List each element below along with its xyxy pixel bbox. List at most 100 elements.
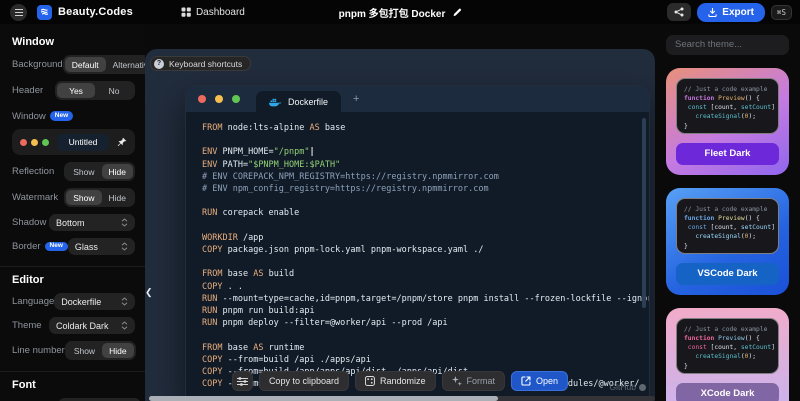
shadow-value: Bottom bbox=[56, 218, 85, 228]
watermark-option-hide[interactable]: Hide bbox=[102, 190, 133, 205]
reflection-option-hide[interactable]: Hide bbox=[102, 164, 133, 179]
code-editor[interactable]: FROM node:lts-alpine AS base ENV PNPM_HO… bbox=[186, 112, 649, 390]
open-label: Open bbox=[536, 376, 558, 386]
dashboard-button[interactable]: Dashboard bbox=[181, 7, 245, 18]
pin-button[interactable] bbox=[117, 137, 127, 147]
chevron-updown-icon bbox=[121, 297, 128, 306]
window-preview-control bbox=[12, 129, 135, 155]
chevron-updown-icon bbox=[121, 218, 128, 227]
setting-row-background: Background Default Alternative bbox=[12, 55, 135, 74]
brand[interactable]: Beauty.Codes bbox=[37, 5, 133, 20]
pencil-icon bbox=[452, 8, 461, 17]
dashboard-label: Dashboard bbox=[196, 7, 245, 18]
line-number-option-hide[interactable]: Hide bbox=[102, 343, 133, 358]
background-option-alternative[interactable]: Alternative bbox=[106, 57, 145, 72]
setting-row-shadow: Shadow Bottom bbox=[12, 214, 135, 231]
shadow-select[interactable]: Bottom bbox=[49, 214, 135, 231]
window-label-text: Window bbox=[12, 111, 46, 122]
menu-button[interactable] bbox=[10, 4, 27, 21]
border-select[interactable]: Glass bbox=[68, 238, 135, 255]
copy-label: Copy to clipboard bbox=[269, 376, 339, 386]
open-button[interactable]: Open bbox=[511, 371, 568, 391]
floating-toolbar: Copy to clipboard Randomize Format Open bbox=[232, 371, 568, 391]
document-title-wrap: pnpm 多包打包 Docker bbox=[339, 5, 462, 20]
vertical-scrollbar[interactable] bbox=[642, 118, 646, 308]
code-window-header: Dockerfile + bbox=[186, 86, 649, 112]
tab-dockerfile[interactable]: Dockerfile bbox=[256, 91, 341, 112]
section-title-window: Window bbox=[12, 36, 133, 48]
randomize-button[interactable]: Randomize bbox=[355, 371, 436, 391]
background-option-default[interactable]: Default bbox=[65, 57, 106, 72]
download-icon bbox=[708, 8, 717, 17]
sparkles-icon bbox=[452, 376, 462, 386]
docker-whale-icon bbox=[269, 97, 282, 107]
keyboard-shortcuts-button[interactable]: ? Keyboard shortcuts bbox=[150, 56, 251, 71]
theme-card-vscode-dark[interactable]: // Just a code examplefunction Preview()… bbox=[666, 188, 789, 295]
search-theme-input[interactable] bbox=[666, 35, 789, 55]
setting-row-reflection: Reflection Show Hide bbox=[12, 162, 135, 181]
randomize-label: Randomize bbox=[380, 376, 426, 386]
language-select[interactable]: Dockerfile bbox=[54, 293, 135, 310]
theme-button-vscode-dark[interactable]: VSCode Dark bbox=[676, 263, 779, 285]
background-label: Background bbox=[12, 59, 63, 70]
maximize-dot-icon[interactable] bbox=[232, 95, 240, 103]
border-label-text: Border bbox=[12, 241, 41, 252]
theme-select[interactable]: Coldark Dark bbox=[49, 317, 135, 334]
language-label: Language bbox=[12, 296, 54, 307]
edit-title-button[interactable] bbox=[452, 8, 461, 17]
brand-logo-icon bbox=[37, 5, 52, 20]
header-segmented-control: Yes No bbox=[55, 81, 135, 100]
sidebar-collapse-handle[interactable]: ❮ bbox=[145, 287, 151, 298]
traffic-green-dot[interactable] bbox=[42, 139, 49, 146]
copy-to-clipboard-button[interactable]: Copy to clipboard bbox=[259, 371, 349, 391]
close-dot-icon[interactable] bbox=[198, 95, 206, 103]
export-shortcut-hint: ⌘S bbox=[771, 5, 792, 20]
page-title: pnpm 多包打包 Docker bbox=[339, 5, 446, 20]
theme-preview-code: // Just a code examplefunction Preview()… bbox=[676, 198, 779, 254]
format-button[interactable]: Format bbox=[442, 371, 506, 391]
traffic-yellow-dot[interactable] bbox=[31, 139, 38, 146]
theme-button-fleet-dark[interactable]: Fleet Dark bbox=[676, 143, 779, 165]
format-label: Format bbox=[467, 376, 496, 386]
section-title-editor: Editor bbox=[12, 274, 133, 286]
line-number-segmented-control: Show Hide bbox=[65, 341, 136, 360]
traffic-red-dot[interactable] bbox=[20, 139, 27, 146]
sliders-icon bbox=[237, 377, 248, 386]
line-number-label: Line number bbox=[12, 345, 65, 356]
theme-card-xcode-dark[interactable]: // Just a code examplefunction Preview()… bbox=[666, 308, 789, 401]
theme-card-fleet-dark[interactable]: // Just a code examplefunction Preview()… bbox=[666, 68, 789, 175]
traffic-lights bbox=[198, 86, 240, 112]
share-button[interactable] bbox=[667, 3, 691, 21]
reflection-label: Reflection bbox=[12, 166, 54, 177]
horizontal-scrollbar-track[interactable] bbox=[149, 396, 655, 401]
watermark-option-show[interactable]: Show bbox=[66, 190, 101, 205]
settings-sliders-button[interactable] bbox=[232, 371, 253, 391]
header-option-no[interactable]: No bbox=[95, 83, 133, 98]
theme-value: Coldark Dark bbox=[56, 321, 109, 331]
pin-icon bbox=[117, 137, 127, 147]
reflection-segmented-control: Show Hide bbox=[64, 162, 135, 181]
keyboard-shortcuts-label: Keyboard shortcuts bbox=[169, 59, 242, 69]
preview-canvas: Dockerfile + FROM node:lts-alpine AS bas… bbox=[145, 49, 655, 401]
setting-row-border: Border New Glass bbox=[12, 238, 135, 255]
export-button[interactable]: Export bbox=[697, 3, 765, 22]
external-link-icon bbox=[521, 376, 531, 386]
horizontal-scrollbar-thumb[interactable] bbox=[149, 396, 498, 401]
divider bbox=[0, 266, 145, 267]
dice-icon bbox=[365, 376, 375, 386]
export-label: Export bbox=[722, 7, 754, 18]
share-icon bbox=[674, 7, 684, 17]
watermark-label: Watermark bbox=[12, 192, 58, 203]
setting-row-watermark: Watermark Show Hide bbox=[12, 188, 135, 207]
setting-row-line-number: Line number Show Hide bbox=[12, 341, 135, 360]
minimize-dot-icon[interactable] bbox=[215, 95, 223, 103]
theme-button-xcode-dark[interactable]: XCode Dark bbox=[676, 383, 779, 401]
new-tab-button[interactable]: + bbox=[353, 86, 359, 112]
header-option-yes[interactable]: Yes bbox=[57, 83, 95, 98]
window-label: Window New bbox=[12, 111, 73, 122]
chevron-updown-icon bbox=[121, 242, 128, 251]
line-number-option-show[interactable]: Show bbox=[67, 343, 102, 358]
window-title-input[interactable] bbox=[57, 134, 109, 151]
shadow-label: Shadow bbox=[12, 217, 46, 228]
reflection-option-show[interactable]: Show bbox=[66, 164, 101, 179]
